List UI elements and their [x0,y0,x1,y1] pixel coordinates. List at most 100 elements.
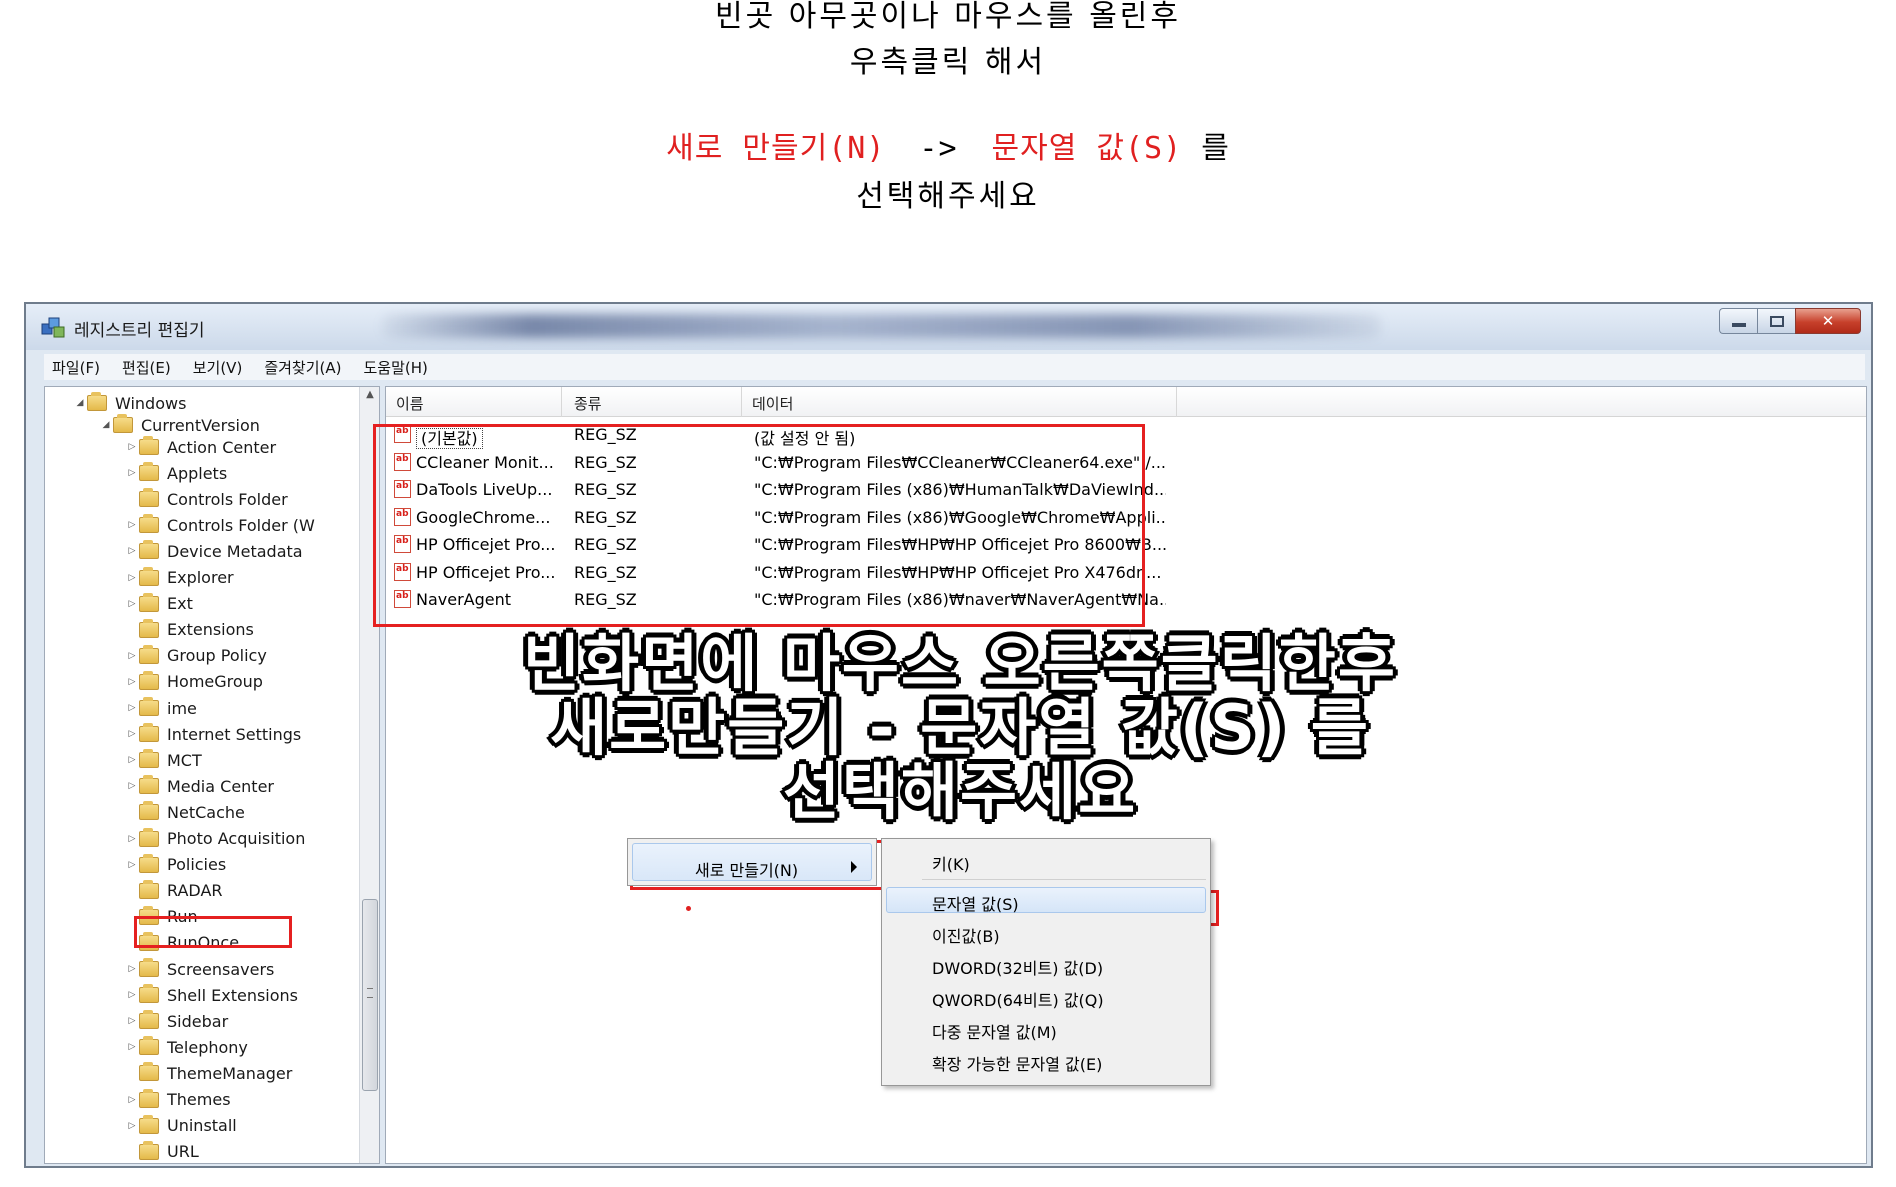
folder-icon [87,392,107,411]
expand-icon[interactable]: ▷ [125,573,139,583]
tree-item-controls-folder[interactable]: Controls Folder [125,486,288,512]
tree-item-themes[interactable]: ▷ Themes [125,1087,231,1113]
folder-icon [139,1140,159,1160]
tree-item-label: CurrentVersion [141,415,260,435]
tree-item-ime[interactable]: ▷ ime [125,695,197,721]
tree-item-label: URL [167,1142,199,1162]
title-bar[interactable]: 레지스트리 편집기 ✕ [26,304,1871,350]
tree-item-label: Explorer [167,568,234,587]
tree-item-device-metadata[interactable]: ▷ Device Metadata [125,538,303,564]
scroll-up-icon[interactable]: ▲ [360,389,379,407]
folder-icon [139,1062,159,1082]
expand-icon[interactable]: ▷ [125,755,139,765]
menu-file[interactable]: 파일(F) [52,357,100,378]
column-divider[interactable] [1176,387,1177,417]
tree-item-netcache[interactable]: NetCache [125,799,245,825]
folder-icon [139,1088,159,1108]
submenu-expandable-string-value[interactable]: 확장 가능한 문자열 값(E) [932,1051,1102,1075]
submenu-key[interactable]: 키(K) [932,851,970,875]
minimize-button[interactable] [1719,308,1757,334]
tree-item-applets[interactable]: ▷ Applets [125,460,227,486]
tree-item-ext[interactable]: ▷ Ext [125,591,193,617]
tree-item-policies[interactable]: ▷ Policies [125,852,226,878]
column-divider[interactable] [561,387,562,417]
folder-icon [139,488,159,508]
expand-icon[interactable]: ▷ [125,1095,139,1105]
expand-icon[interactable]: ▷ [125,1016,139,1026]
expand-icon[interactable]: ▷ [125,964,139,974]
tree-item-url[interactable]: URL [125,1139,199,1163]
tree-item-mct[interactable]: ▷ MCT [125,747,202,773]
submenu-qword-value[interactable]: QWORD(64비트) 값(Q) [932,987,1104,1011]
maximize-button[interactable] [1757,308,1795,334]
expand-icon[interactable]: ▷ [125,834,139,844]
context-menu-new-label: 새로 만들기(N) [695,861,799,880]
tree-item-label: Uninstall [167,1116,237,1136]
tree-item-media-center[interactable]: ▷ Media Center [125,773,274,799]
expand-icon[interactable]: ▷ [125,599,139,609]
minimize-icon [1731,323,1746,327]
column-name[interactable]: 이름 [396,393,424,414]
registry-tree[interactable]: ◢ Windows ◢ CurrentVersion ▷ Action Center ▷… [44,386,380,1164]
tree-item-group-policy[interactable]: ▷ Group Policy [125,643,267,669]
submenu-binary-value[interactable]: 이진값(B) [932,923,1000,947]
menu-edit[interactable]: 편집(E) [122,357,171,378]
tree-item-label: Device Metadata [167,541,303,561]
expand-icon[interactable]: ▷ [125,729,139,739]
tree-item-action-center[interactable]: ▷ Action Center [125,434,276,460]
expand-icon[interactable]: ▷ [125,677,139,687]
expand-icon[interactable]: ▷ [125,442,139,452]
expand-icon[interactable]: ▷ [125,781,139,791]
tree-item-extensions[interactable]: Extensions [125,617,254,643]
expand-icon[interactable]: ▷ [125,990,139,1000]
menu-bar: 파일(F) 편집(E) 보기(V) 즐겨찾기(A) 도움말(H) [44,354,1865,380]
tree-item-uninstall[interactable]: ▷ Uninstall [125,1113,237,1139]
tree-item-explorer[interactable]: ▷ Explorer [125,565,234,591]
folder-icon [139,697,159,716]
expand-icon[interactable]: ▷ [125,651,139,661]
column-data[interactable]: 데이터 [752,393,793,414]
collapse-icon[interactable]: ◢ [73,398,87,408]
menu-help[interactable]: 도움말(H) [363,357,427,378]
context-menu-new[interactable]: 새로 만들기(N) [632,843,872,881]
submenu-dword-value[interactable]: DWORD(32비트) 값(D) [932,955,1103,979]
tree-item-shell-extensions[interactable]: ▷ Shell Extensions [125,982,298,1008]
tree-item-sidebar[interactable]: ▷ Sidebar [125,1008,228,1034]
column-type[interactable]: 종류 [574,393,602,414]
submenu-string-value[interactable]: 문자열 값(S) [932,891,1019,915]
folder-icon [139,436,159,455]
window-title: 레지스트리 편집기 [74,321,205,341]
tree-item-radar[interactable]: RADAR [125,878,223,904]
column-divider[interactable] [741,387,742,417]
tree-item-label: Shell Extensions [167,985,298,1005]
tree-item-screensavers[interactable]: ▷ Screensavers [125,956,274,982]
expand-icon[interactable]: ▷ [125,520,139,530]
menu-separator [922,879,1206,880]
tree-item-controls-folder-w[interactable]: ▷ Controls Folder (W [125,512,315,538]
tree-item-photo-acquisition[interactable]: ▷ Photo Acquisition [125,826,305,852]
folder-icon [139,801,159,821]
folder-icon [139,592,159,612]
context-menu: 새로 만들기(N) [627,838,877,886]
tree-item-label: Screensavers [167,959,275,979]
expand-icon[interactable]: ▷ [125,860,139,870]
expand-icon[interactable]: ▷ [125,1042,139,1052]
tree-item-thememanager[interactable]: ThemeManager [125,1060,292,1086]
overlay-line-3: 선택해주세요 [782,755,1138,828]
expand-icon[interactable]: ▷ [125,1121,139,1131]
menu-favorites[interactable]: 즐겨찾기(A) [264,357,341,378]
menu-view[interactable]: 보기(V) [193,357,243,378]
submenu-multi-string-value[interactable]: 다중 문자열 값(M) [932,1019,1057,1043]
tree-item-telephony[interactable]: ▷ Telephony [125,1034,248,1060]
tree-item-label: MCT [167,750,202,770]
expand-icon[interactable]: ▷ [125,703,139,713]
expand-icon[interactable]: ▷ [125,468,139,478]
expand-icon[interactable]: ▷ [125,546,139,556]
blurred-title-area [381,314,1381,338]
close-button[interactable]: ✕ [1795,308,1861,334]
tree-item-homegroup[interactable]: ▷ HomeGroup [125,669,263,695]
tree-item-internet-settings[interactable]: ▷ Internet Settings [125,721,301,747]
scroll-thumb[interactable] [362,899,378,1091]
folder-icon [139,749,159,769]
collapse-icon[interactable]: ◢ [99,420,113,430]
